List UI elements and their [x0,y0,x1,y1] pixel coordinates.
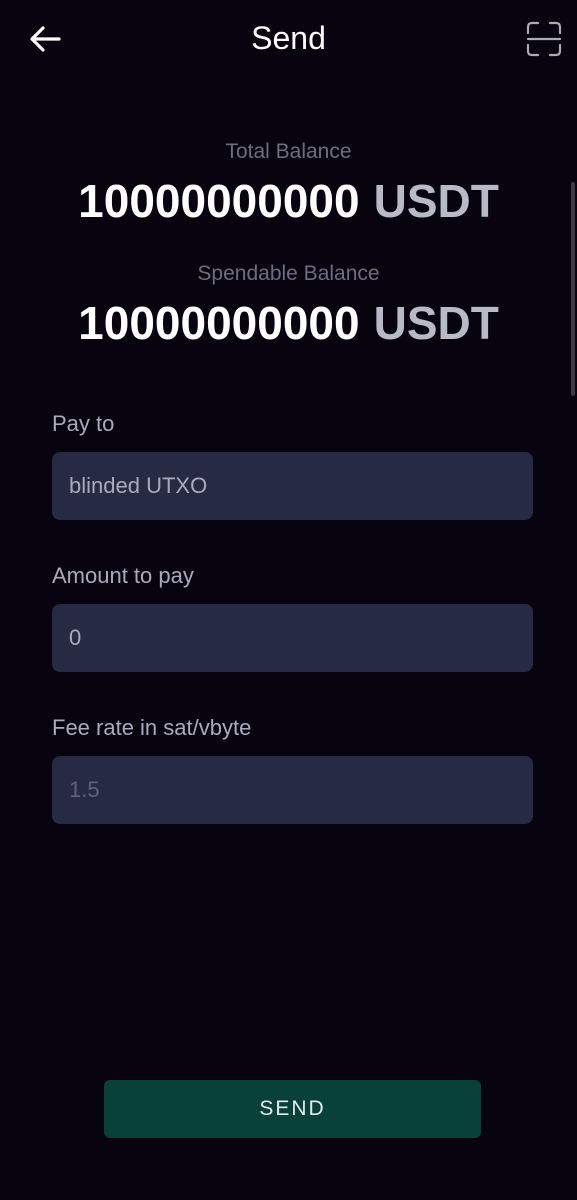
amount-input[interactable] [52,604,533,672]
scan-frame-icon [526,21,562,57]
spendable-balance-label: Spendable Balance [197,262,380,285]
spendable-balance-unit: USDT [373,297,499,349]
spendable-balance-amount: 10000000000 [78,297,360,349]
scan-qr-button[interactable] [522,18,566,60]
total-balance-label: Total Balance [225,140,352,163]
pay-to-label: Pay to [52,411,115,436]
total-balance-amount: 10000000000 [78,175,360,227]
fee-rate-label: Fee rate in sat/vbyte [52,715,252,740]
total-balance-value: 10000000000 USDT [0,174,577,228]
spendable-balance-value: 10000000000 USDT [0,296,577,350]
page-title: Send [251,20,326,56]
amount-label: Amount to pay [52,563,194,588]
app-header: Send [0,0,577,80]
fee-rate-input[interactable] [52,756,533,824]
total-balance-unit: USDT [373,175,499,227]
pay-to-input[interactable] [52,452,533,520]
send-button[interactable]: SEND [104,1080,481,1138]
